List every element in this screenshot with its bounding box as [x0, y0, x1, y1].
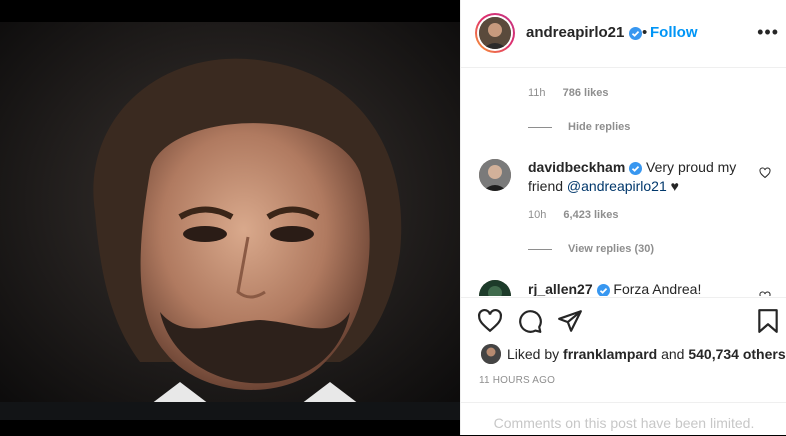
- liker-avatar[interactable]: [481, 344, 501, 364]
- owner-avatar[interactable]: [479, 17, 511, 49]
- replies-line: [528, 248, 552, 250]
- post-header: andreapirlo21 • Follow •••: [461, 0, 786, 68]
- more-icon[interactable]: •••: [757, 22, 779, 43]
- comment-time[interactable]: 10h: [528, 209, 546, 221]
- verified-icon: [628, 26, 642, 40]
- comment-time[interactable]: 11h: [528, 87, 546, 99]
- separator-dot: •: [642, 24, 648, 41]
- likes-count[interactable]: 540,734 others: [688, 346, 785, 362]
- owner-avatar-ring[interactable]: [475, 13, 515, 53]
- bookmark-icon[interactable]: [755, 308, 781, 334]
- liked-by-user[interactable]: frranklampard: [563, 346, 657, 362]
- comment-meta: 11h 786 likes: [528, 87, 608, 99]
- comment-like-icon[interactable]: [759, 167, 771, 179]
- replies-line: [528, 126, 552, 128]
- comment-likes[interactable]: 786 likes: [563, 87, 609, 99]
- mention-link[interactable]: @andreapirlo21: [567, 178, 667, 194]
- post-timestamp[interactable]: 11 HOURS AGO: [479, 375, 555, 386]
- comment-username[interactable]: davidbeckham: [528, 159, 625, 175]
- comment-like-icon[interactable]: [759, 291, 771, 296]
- comment-body: davidbeckham Very proud my friend @andre…: [528, 159, 737, 194]
- comment-icon[interactable]: [517, 308, 543, 334]
- post-photo[interactable]: [0, 22, 460, 420]
- post-photo-pane: [0, 0, 460, 435]
- verified-icon: [629, 161, 643, 175]
- liked-by-text[interactable]: Liked by frranklampard and 540,734 other…: [507, 346, 786, 362]
- hide-replies-button[interactable]: Hide replies: [528, 121, 630, 133]
- comment-body: rj_allen27 Forza Andrea!: [528, 281, 702, 296]
- comment-meta: 10h 6,423 likes: [528, 209, 618, 221]
- commenter-avatar[interactable]: [479, 280, 511, 296]
- comment-partial-line: [528, 69, 588, 73]
- view-replies-button[interactable]: View replies (30): [528, 243, 654, 255]
- comments-limited-notice: Comments on this post have been limited.: [461, 402, 786, 436]
- post-side-panel: andreapirlo21 • Follow ••• 11h 786 likes…: [460, 0, 786, 435]
- owner-username[interactable]: andreapirlo21: [526, 24, 642, 41]
- heart-icon[interactable]: [477, 308, 503, 334]
- comment-username[interactable]: rj_allen27: [528, 281, 593, 296]
- follow-button[interactable]: Follow: [650, 24, 698, 41]
- post-actions: Liked by frranklampard and 540,734 other…: [461, 297, 786, 435]
- comment-likes[interactable]: 6,423 likes: [563, 209, 618, 221]
- verified-icon: [596, 283, 610, 296]
- comments-list[interactable]: 11h 786 likes Hide replies davidbeckham …: [461, 69, 786, 296]
- commenter-avatar[interactable]: [479, 159, 511, 191]
- share-icon[interactable]: [557, 308, 583, 334]
